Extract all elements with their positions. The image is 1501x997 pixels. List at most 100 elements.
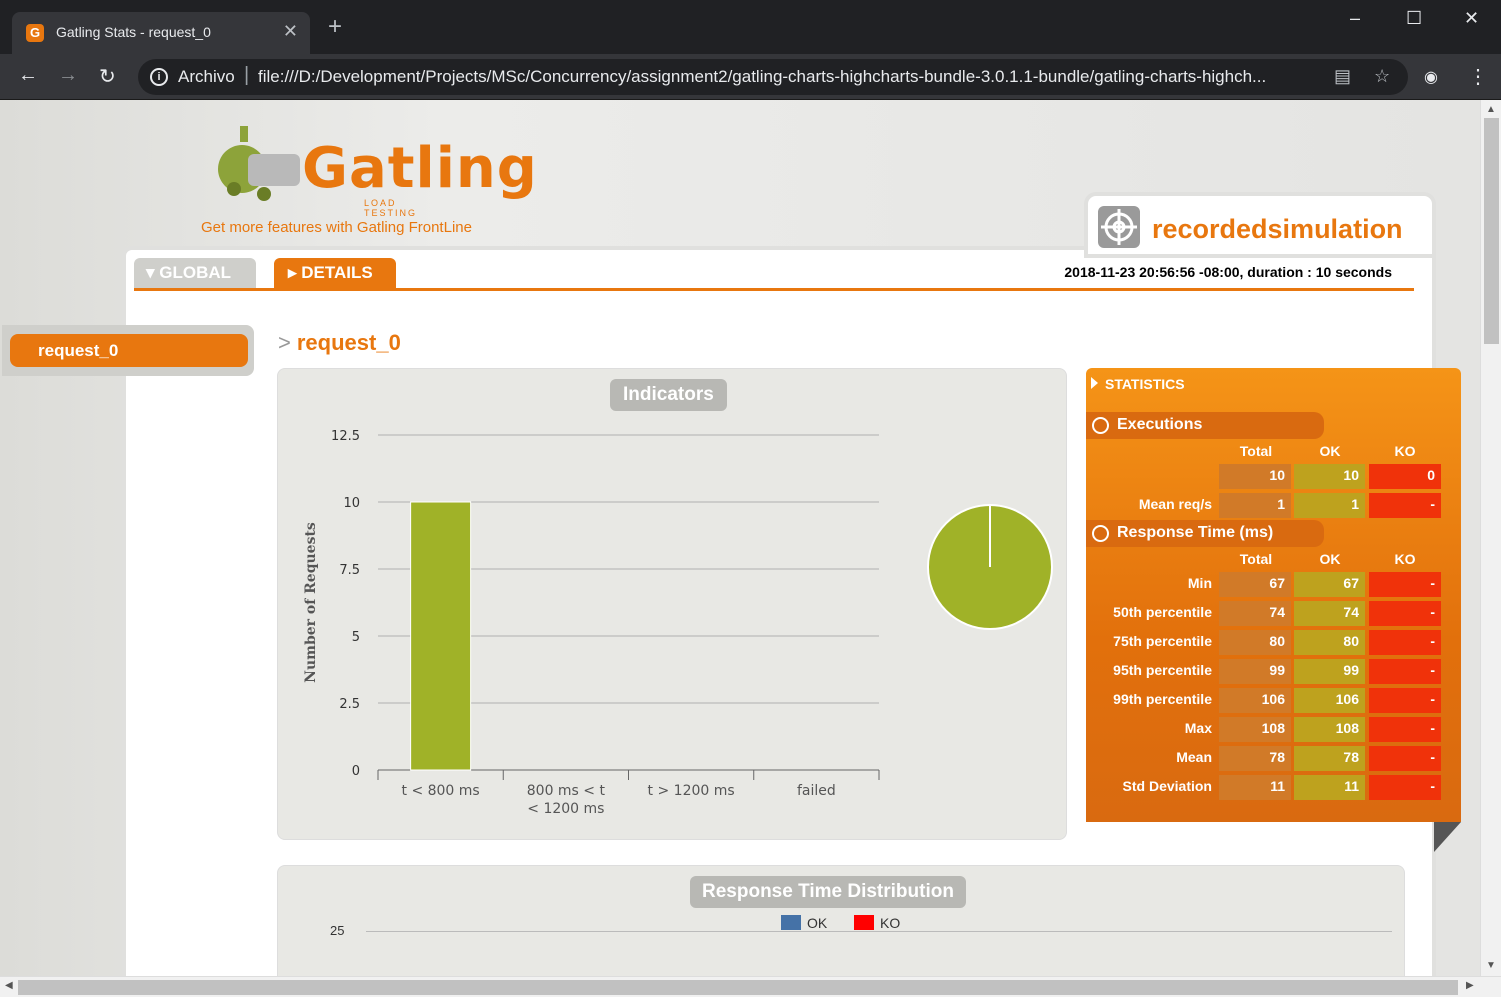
rt-total-cell: 74	[1219, 601, 1291, 626]
rt-ok-cell: 80	[1294, 630, 1365, 655]
exec-total-cell: 10	[1219, 464, 1291, 489]
y-tick-label: 2.5	[339, 697, 360, 712]
rt-ok-cell: 108	[1294, 717, 1365, 742]
scroll-down-icon[interactable]: ▼	[1486, 960, 1496, 971]
translate-icon[interactable]: ▤	[1334, 66, 1351, 87]
horizontal-scroll-thumb[interactable]	[18, 980, 1458, 995]
indicators-chart: Indicators 0 2.5 5 7.5 10 12.5 t < 800 ms 800 m…	[277, 368, 1067, 840]
gatling-gun-icon	[218, 126, 300, 201]
rt-ko-cell: -	[1369, 688, 1441, 713]
tab-details[interactable]: ▸ DETAILS	[274, 258, 396, 288]
exec-ko-cell: 0	[1369, 464, 1441, 489]
rt-total-cell: 108	[1219, 717, 1291, 742]
rt-col-total: Total	[1239, 551, 1273, 567]
response-time-title: Response Time (ms)	[1117, 524, 1274, 541]
rt-total-cell: 99	[1219, 659, 1291, 684]
rt-ok-cell: 74	[1294, 601, 1365, 626]
rt-ok-cell: 78	[1294, 746, 1365, 771]
request-title: > request_0	[278, 330, 401, 356]
gatling-favicon-icon: G	[26, 24, 44, 42]
menu-kebab-icon[interactable]: ⋮	[1468, 64, 1488, 89]
vertical-scrollbar[interactable]: ▲ ▼	[1480, 100, 1501, 976]
rt-ko-cell: -	[1369, 659, 1441, 684]
exec-ok-cell: 1	[1294, 493, 1365, 518]
executions-title: Executions	[1117, 416, 1203, 433]
x-tick-label: failed	[797, 783, 836, 799]
legend-ko-label: KO	[880, 915, 901, 931]
scroll-up-icon[interactable]: ▲	[1486, 104, 1496, 115]
clock-icon	[1092, 525, 1109, 542]
legend-ok-label: OK	[807, 915, 828, 931]
y-tick-label: 12.5	[331, 429, 360, 444]
omnibox-separator: |	[244, 64, 250, 86]
scroll-right-icon[interactable]: ▶	[1466, 980, 1474, 991]
tab-strip: G Gatling Stats - request_0 ✕ + – ☐ ✕	[0, 0, 1501, 54]
incognito-icon[interactable]: ◉	[1424, 67, 1438, 87]
horizontal-scrollbar[interactable]: ◀ ▶	[0, 976, 1501, 997]
vertical-scroll-thumb[interactable]	[1484, 118, 1499, 344]
request-prefix: >	[278, 330, 291, 355]
rt-ok-cell: 11	[1294, 775, 1365, 800]
close-window-icon[interactable]: ✕	[1464, 8, 1479, 29]
rt-row-label-0: Min	[1187, 575, 1212, 591]
new-tab-button[interactable]: +	[328, 15, 342, 39]
x-tick-label: 800 ms < t	[527, 783, 606, 799]
rt-row-label-4: 99th percentile	[1113, 691, 1212, 707]
url-text[interactable]: file:///D:/Development/Projects/MSc/Conc…	[258, 67, 1338, 87]
request-menu: request_0	[2, 325, 254, 376]
y-tick-label: 5	[352, 630, 360, 645]
legend-ok-swatch	[781, 915, 801, 930]
minimize-icon[interactable]: –	[1350, 8, 1360, 29]
rt-total-cell: 78	[1219, 746, 1291, 771]
address-bar[interactable]: i Archivo | file:///D:/Development/Proje…	[138, 59, 1408, 95]
response-time-distribution-chart: Response Time Distribution OK KO 25	[277, 865, 1405, 976]
forward-icon[interactable]: →	[58, 64, 78, 87]
rt-total-cell: 67	[1219, 572, 1291, 597]
reload-icon[interactable]: ↻	[99, 64, 116, 89]
tab-global[interactable]: ▾ GLOBAL	[134, 258, 256, 288]
rt-total-cell: 80	[1219, 630, 1291, 655]
rt-col-ok: OK	[1319, 551, 1341, 567]
simulation-header: recordedsimulation	[1088, 196, 1432, 254]
y-axis-label: Number of Requests	[303, 522, 319, 683]
page-viewport: Gatling LOAD TESTING Get more features w…	[0, 100, 1480, 976]
legend-ok[interactable]: OK	[781, 915, 827, 931]
tab-rule	[134, 288, 1414, 291]
exec-col-ko: KO	[1394, 443, 1416, 459]
browser-toolbar: ← → ↻ i Archivo | file:///D:/Development…	[0, 54, 1501, 100]
browser-tab[interactable]: G Gatling Stats - request_0 ✕	[12, 12, 310, 54]
y-tick-label: 7.5	[339, 563, 360, 578]
maximize-icon[interactable]: ☐	[1406, 8, 1422, 29]
statistics-heading[interactable]: STATISTICS	[1091, 376, 1185, 392]
frontline-link[interactable]: Get more features with Gatling FrontLine	[201, 219, 472, 236]
legend-ko-swatch	[854, 915, 874, 930]
simulation-name: recordedsimulation	[1152, 214, 1403, 244]
info-icon[interactable]: i	[150, 68, 168, 86]
rt-row-label-3: 95th percentile	[1113, 662, 1212, 678]
rt-row-label-1: 50th percentile	[1113, 604, 1212, 620]
x-tick-label: < 1200 ms	[527, 801, 604, 817]
rt-row-label-5: Max	[1184, 720, 1212, 736]
target-icon	[1098, 206, 1140, 248]
rt-ko-cell: -	[1369, 601, 1441, 626]
x-tick-label: t < 800 ms	[402, 783, 480, 799]
exec-col-total: Total	[1239, 443, 1273, 459]
rt-ok-cell: 99	[1294, 659, 1365, 684]
exec-ko-cell: -	[1369, 493, 1441, 518]
close-tab-icon[interactable]: ✕	[283, 21, 298, 42]
scroll-left-icon[interactable]: ◀	[5, 980, 13, 991]
rt-row-label-2: 75th percentile	[1113, 633, 1212, 649]
distribution-title: Response Time Distribution	[690, 876, 966, 908]
legend-ko[interactable]: KO	[854, 915, 900, 931]
tab-title: Gatling Stats - request_0	[56, 24, 211, 40]
gatling-logo[interactable]: Gatling LOAD TESTING	[214, 124, 537, 219]
back-icon[interactable]: ←	[18, 64, 38, 87]
rt-ko-cell: -	[1369, 717, 1441, 742]
menu-item-request-0[interactable]: request_0	[10, 334, 248, 367]
logo-wordmark: Gatling	[302, 136, 538, 201]
bookmark-star-icon[interactable]: ☆	[1374, 66, 1390, 87]
indicators-svg: 0 2.5 5 7.5 10 12.5 t < 800 ms 800 ms < t < 1200…	[303, 429, 1053, 817]
request-title-text: request_0	[296, 330, 401, 355]
rt-ok-cell: 67	[1294, 572, 1365, 597]
statistics-panel: STATISTICS Executions Total OK KO Respon…	[1086, 368, 1461, 822]
